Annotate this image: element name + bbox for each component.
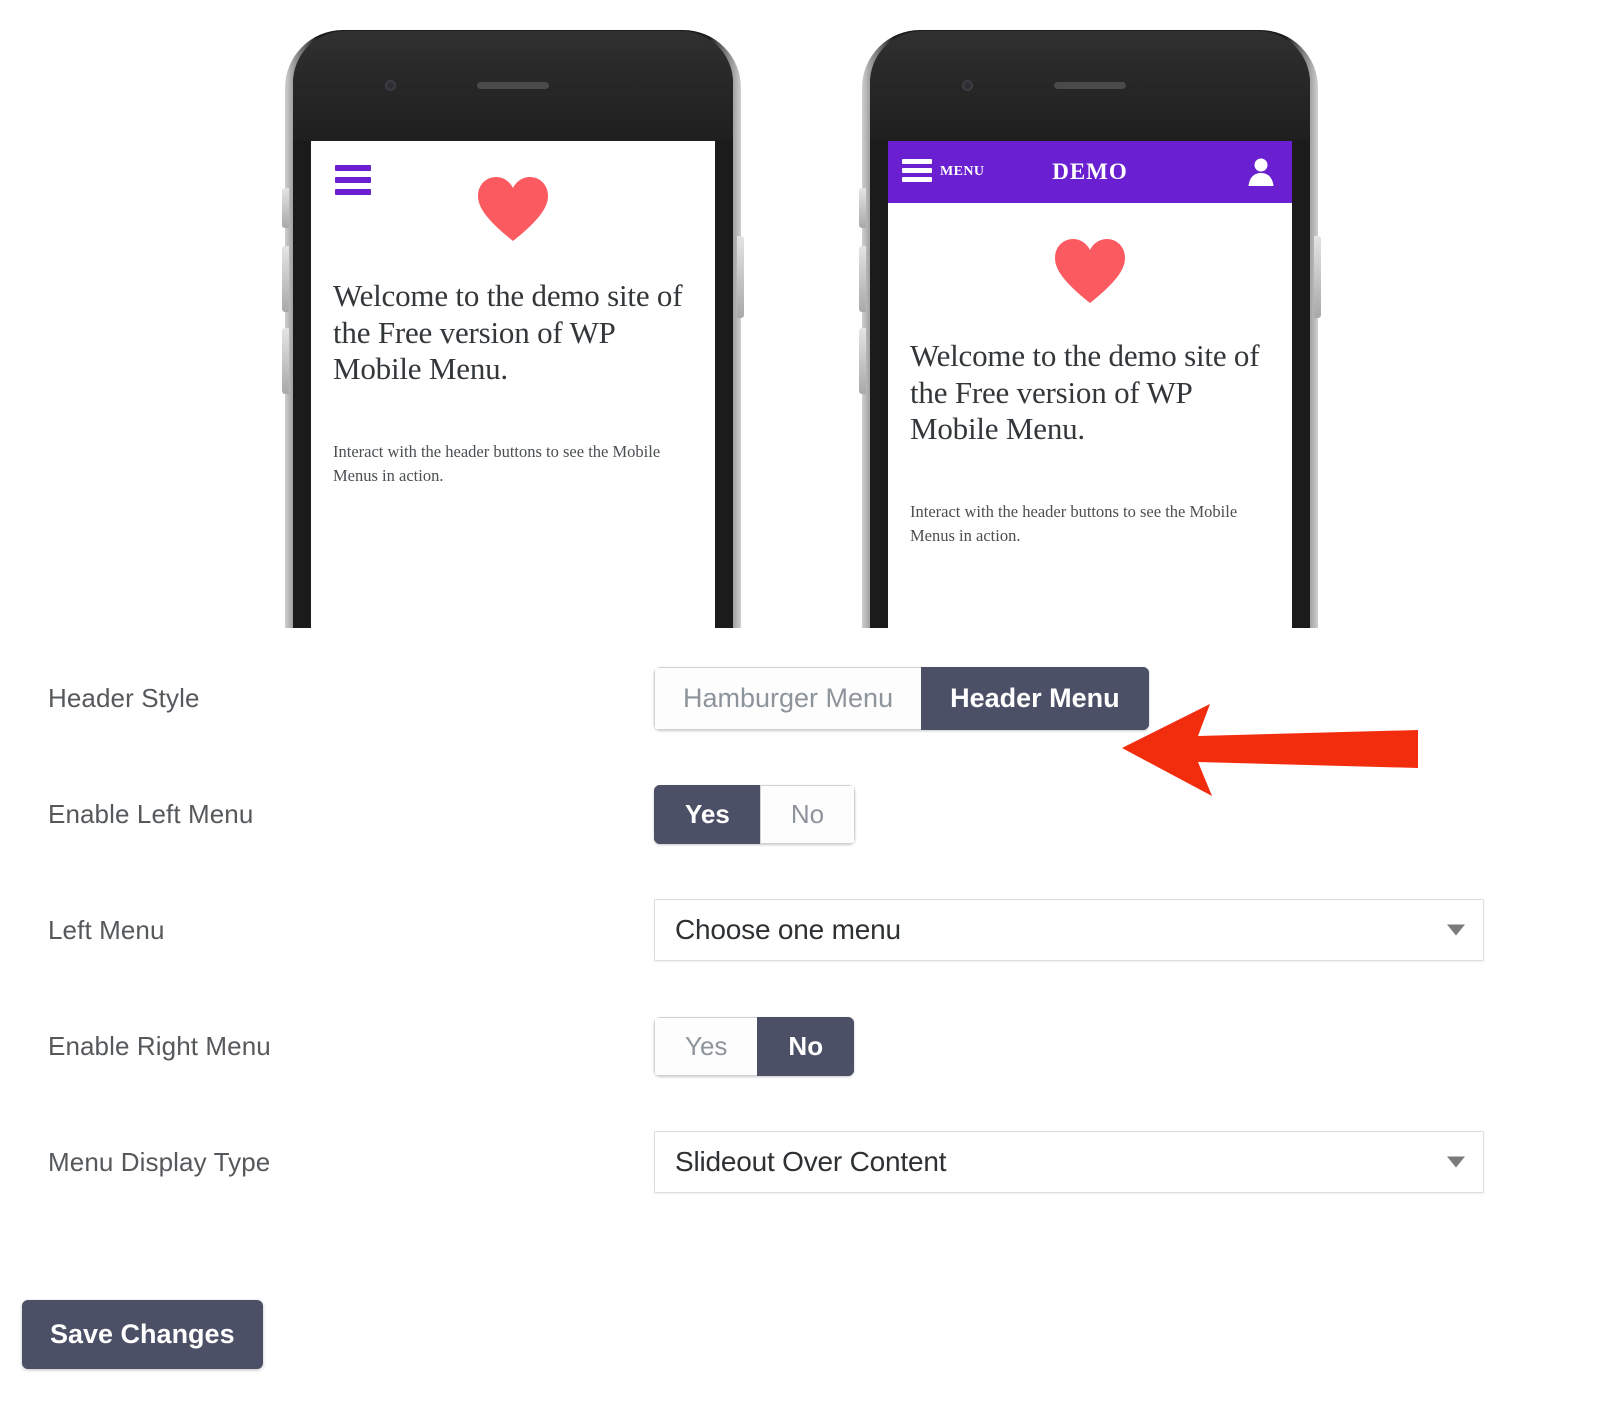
front-camera-icon (385, 80, 396, 91)
control-enable-right-menu: Yes No (654, 1016, 855, 1076)
volume-down-button (859, 328, 866, 394)
phone-preview-hamburger: Welcome to the demo site of the Free ver… (282, 28, 744, 628)
front-camera-icon (962, 80, 973, 91)
volume-up-button (859, 246, 866, 312)
silent-switch (282, 188, 289, 228)
left-menu-select[interactable]: Choose one menu (654, 899, 1484, 961)
phone-screen: MENU DEMO Welcome to the demo site of th… (888, 141, 1292, 628)
power-button (1314, 236, 1321, 318)
phone-preview-header-menu: MENU DEMO Welcome to the demo site of th… (859, 28, 1321, 628)
setting-row-left-menu: Left Menu Choose one menu (0, 872, 1618, 988)
enable-right-menu-segmented: Yes No (654, 1016, 855, 1076)
silent-switch (859, 188, 866, 228)
screen-content: Welcome to the demo site of the Free ver… (311, 175, 715, 489)
save-changes-button[interactable]: Save Changes (22, 1300, 263, 1369)
enable-right-menu-option-no[interactable]: No (757, 1016, 855, 1076)
enable-left-menu-option-no[interactable]: No (759, 784, 856, 844)
preview-headline: Welcome to the demo site of the Free ver… (333, 278, 683, 387)
chevron-down-icon (1447, 1156, 1465, 1168)
hamburger-icon[interactable] (902, 158, 932, 186)
save-area: Save Changes (22, 1300, 263, 1369)
label-left-menu: Left Menu (48, 914, 165, 945)
setting-row-enable-right-menu: Enable Right Menu Yes No (0, 988, 1618, 1104)
heart-icon (333, 175, 693, 248)
screen-content: Welcome to the demo site of the Free ver… (888, 237, 1292, 549)
label-enable-left-menu: Enable Left Menu (48, 798, 254, 829)
label-enable-right-menu: Enable Right Menu (48, 1030, 271, 1061)
enable-right-menu-option-yes[interactable]: Yes (654, 1016, 758, 1076)
person-icon (1248, 158, 1274, 186)
heart-icon (910, 237, 1270, 310)
header-menu-trigger[interactable]: MENU (902, 158, 985, 186)
header-menu-label: MENU (940, 164, 985, 179)
account-button[interactable] (1244, 155, 1278, 189)
phone-screen: Welcome to the demo site of the Free ver… (311, 141, 715, 628)
control-left-menu: Choose one menu (654, 899, 1484, 961)
hamburger-icon[interactable] (335, 165, 371, 201)
left-menu-select-value: Choose one menu (675, 914, 901, 945)
phone-previews: Welcome to the demo site of the Free ver… (0, 0, 1618, 628)
enable-left-menu-option-yes[interactable]: Yes (654, 784, 760, 844)
enable-left-menu-segmented: Yes No (654, 784, 856, 844)
setting-row-menu-display-type: Menu Display Type Slideout Over Content (0, 1104, 1618, 1220)
header-style-option-hamburger[interactable]: Hamburger Menu (654, 666, 922, 730)
control-menu-display-type: Slideout Over Content (654, 1131, 1484, 1193)
label-menu-display-type: Menu Display Type (48, 1146, 271, 1177)
preview-subline: Interact with the header buttons to see … (910, 501, 1238, 546)
header-style-segmented: Hamburger Menu Header Menu (654, 666, 1149, 730)
setting-row-header-style: Header Style Hamburger Menu Header Menu (0, 640, 1618, 756)
preview-headline: Welcome to the demo site of the Free ver… (910, 338, 1260, 447)
chevron-down-icon (1447, 924, 1465, 936)
earpiece-speaker (477, 82, 549, 89)
volume-up-button (282, 246, 289, 312)
settings-form: Header Style Hamburger Menu Header Menu … (0, 640, 1618, 1220)
volume-down-button (282, 328, 289, 394)
power-button (737, 236, 744, 318)
mobile-header-bar: MENU DEMO (888, 141, 1292, 203)
control-enable-left-menu: Yes No (654, 784, 856, 844)
preview-subline: Interact with the header buttons to see … (333, 441, 661, 486)
menu-display-type-select[interactable]: Slideout Over Content (654, 1131, 1484, 1193)
setting-row-enable-left-menu: Enable Left Menu Yes No (0, 756, 1618, 872)
label-header-style: Header Style (48, 682, 200, 713)
earpiece-speaker (1054, 82, 1126, 89)
header-style-option-header[interactable]: Header Menu (921, 666, 1149, 730)
control-header-style: Hamburger Menu Header Menu (654, 666, 1149, 730)
menu-display-type-select-value: Slideout Over Content (675, 1146, 947, 1177)
